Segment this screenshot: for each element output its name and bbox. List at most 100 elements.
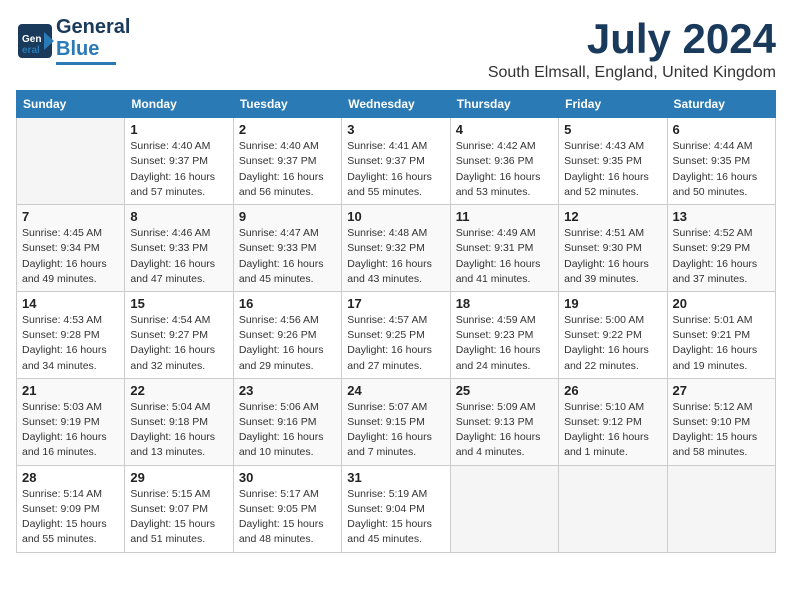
day-cell: 20Sunrise: 5:01 AM Sunset: 9:21 PM Dayli… [667,291,775,378]
day-info: Sunrise: 5:04 AM Sunset: 9:18 PM Dayligh… [130,400,227,461]
day-number: 23 [239,383,336,398]
day-number: 14 [22,296,119,311]
day-info: Sunrise: 5:06 AM Sunset: 9:16 PM Dayligh… [239,400,336,461]
day-cell: 10Sunrise: 4:48 AM Sunset: 9:32 PM Dayli… [342,205,450,292]
day-number: 16 [239,296,336,311]
day-number: 11 [456,209,553,224]
day-info: Sunrise: 5:07 AM Sunset: 9:15 PM Dayligh… [347,400,444,461]
day-cell: 5 Sunrise: 4:43 AM Sunset: 9:35 PM Daylig… [559,118,667,205]
col-header-friday: Friday [559,91,667,118]
day-cell [559,465,667,552]
col-header-sunday: Sunday [17,91,125,118]
day-cell: 16 Sunrise: 4:56 AM Sunset: 9:26 PM Dayli… [233,291,341,378]
day-number: 24 [347,383,444,398]
logo: Gen eral General Blue [16,16,130,65]
day-number: 8 [130,209,227,224]
logo-underline [56,62,116,65]
day-number: 3 [347,122,444,137]
col-header-monday: Monday [125,91,233,118]
day-number: 30 [239,470,336,485]
day-cell: 30 Sunrise: 5:17 AM Sunset: 9:05 PM Dayli… [233,465,341,552]
day-cell: 3 Sunrise: 4:41 AM Sunset: 9:37 PM Daylig… [342,118,450,205]
day-info: Sunrise: 4:46 AM Sunset: 9:33 PM Dayligh… [130,226,227,287]
day-info: Sunrise: 5:19 AM Sunset: 9:04 PM Dayligh… [347,487,444,548]
col-header-wednesday: Wednesday [342,91,450,118]
logo-icon: Gen eral [16,22,54,60]
day-info: Sunrise: 4:42 AM Sunset: 9:36 PM Dayligh… [456,139,553,200]
day-cell: 9Sunrise: 4:47 AM Sunset: 9:33 PM Daylig… [233,205,341,292]
logo-text-general: General [56,16,130,38]
day-info: Sunrise: 5:17 AM Sunset: 9:05 PM Dayligh… [239,487,336,548]
column-headers: SundayMondayTuesdayWednesdayThursdayFrid… [17,91,776,118]
day-info: Sunrise: 4:47 AM Sunset: 9:33 PM Dayligh… [239,226,336,287]
col-header-tuesday: Tuesday [233,91,341,118]
day-cell: 31Sunrise: 5:19 AM Sunset: 9:04 PM Dayli… [342,465,450,552]
day-info: Sunrise: 5:14 AM Sunset: 9:09 PM Dayligh… [22,487,119,548]
day-number: 25 [456,383,553,398]
day-info: Sunrise: 5:10 AM Sunset: 9:12 PM Dayligh… [564,400,661,461]
day-number: 13 [673,209,770,224]
day-number: 5 [564,122,661,137]
day-cell: 8 Sunrise: 4:46 AM Sunset: 9:33 PM Daylig… [125,205,233,292]
week-row-4: 21 Sunrise: 5:03 AM Sunset: 9:19 PM Dayli… [17,378,776,465]
day-cell: 22 Sunrise: 5:04 AM Sunset: 9:18 PM Dayli… [125,378,233,465]
day-number: 6 [673,122,770,137]
day-number: 29 [130,470,227,485]
day-number: 2 [239,122,336,137]
day-number: 21 [22,383,119,398]
day-cell: 13 Sunrise: 4:52 AM Sunset: 9:29 PM Dayli… [667,205,775,292]
month-year: July 2024 [488,16,776,62]
day-number: 12 [564,209,661,224]
day-cell: 27Sunrise: 5:12 AM Sunset: 9:10 PM Dayli… [667,378,775,465]
day-info: Sunrise: 4:43 AM Sunset: 9:35 PM Dayligh… [564,139,661,200]
day-info: Sunrise: 4:56 AM Sunset: 9:26 PM Dayligh… [239,313,336,374]
day-cell [17,118,125,205]
day-cell: 23 Sunrise: 5:06 AM Sunset: 9:16 PM Dayli… [233,378,341,465]
title-area: July 2024 South Elmsall, England, United… [488,16,776,82]
day-number: 26 [564,383,661,398]
day-number: 10 [347,209,444,224]
day-cell: 26 Sunrise: 5:10 AM Sunset: 9:12 PM Dayli… [559,378,667,465]
day-number: 22 [130,383,227,398]
day-info: Sunrise: 4:41 AM Sunset: 9:37 PM Dayligh… [347,139,444,200]
week-row-2: 7Sunrise: 4:45 AM Sunset: 9:34 PM Daylig… [17,205,776,292]
day-info: Sunrise: 4:57 AM Sunset: 9:25 PM Dayligh… [347,313,444,374]
week-row-1: 1Sunrise: 4:40 AM Sunset: 9:37 PM Daylig… [17,118,776,205]
day-cell: 24 Sunrise: 5:07 AM Sunset: 9:15 PM Dayli… [342,378,450,465]
day-cell [450,465,558,552]
day-number: 15 [130,296,227,311]
day-info: Sunrise: 5:00 AM Sunset: 9:22 PM Dayligh… [564,313,661,374]
location: South Elmsall, England, United Kingdom [488,64,776,82]
day-cell: 7Sunrise: 4:45 AM Sunset: 9:34 PM Daylig… [17,205,125,292]
day-cell: 6 Sunrise: 4:44 AM Sunset: 9:35 PM Daylig… [667,118,775,205]
svg-text:Gen: Gen [22,34,41,45]
day-number: 18 [456,296,553,311]
col-header-saturday: Saturday [667,91,775,118]
week-row-5: 28 Sunrise: 5:14 AM Sunset: 9:09 PM Dayli… [17,465,776,552]
day-cell: 19 Sunrise: 5:00 AM Sunset: 9:22 PM Dayli… [559,291,667,378]
day-number: 7 [22,209,119,224]
calendar-table: SundayMondayTuesdayWednesdayThursdayFrid… [16,90,776,552]
day-info: Sunrise: 4:40 AM Sunset: 9:37 PM Dayligh… [130,139,227,200]
day-cell: 12 Sunrise: 4:51 AM Sunset: 9:30 PM Dayli… [559,205,667,292]
day-cell: 28 Sunrise: 5:14 AM Sunset: 9:09 PM Dayli… [17,465,125,552]
day-info: Sunrise: 4:49 AM Sunset: 9:31 PM Dayligh… [456,226,553,287]
day-cell: 4Sunrise: 4:42 AM Sunset: 9:36 PM Daylig… [450,118,558,205]
day-info: Sunrise: 4:54 AM Sunset: 9:27 PM Dayligh… [130,313,227,374]
day-info: Sunrise: 5:03 AM Sunset: 9:19 PM Dayligh… [22,400,119,461]
day-cell: 21 Sunrise: 5:03 AM Sunset: 9:19 PM Dayli… [17,378,125,465]
day-info: Sunrise: 5:09 AM Sunset: 9:13 PM Dayligh… [456,400,553,461]
week-row-3: 14 Sunrise: 4:53 AM Sunset: 9:28 PM Dayli… [17,291,776,378]
day-number: 27 [673,383,770,398]
day-info: Sunrise: 4:53 AM Sunset: 9:28 PM Dayligh… [22,313,119,374]
day-number: 19 [564,296,661,311]
day-info: Sunrise: 4:52 AM Sunset: 9:29 PM Dayligh… [673,226,770,287]
day-info: Sunrise: 4:51 AM Sunset: 9:30 PM Dayligh… [564,226,661,287]
day-info: Sunrise: 4:44 AM Sunset: 9:35 PM Dayligh… [673,139,770,200]
day-cell: 2 Sunrise: 4:40 AM Sunset: 9:37 PM Daylig… [233,118,341,205]
day-info: Sunrise: 4:40 AM Sunset: 9:37 PM Dayligh… [239,139,336,200]
col-header-thursday: Thursday [450,91,558,118]
day-cell: 1Sunrise: 4:40 AM Sunset: 9:37 PM Daylig… [125,118,233,205]
day-number: 28 [22,470,119,485]
day-info: Sunrise: 4:59 AM Sunset: 9:23 PM Dayligh… [456,313,553,374]
